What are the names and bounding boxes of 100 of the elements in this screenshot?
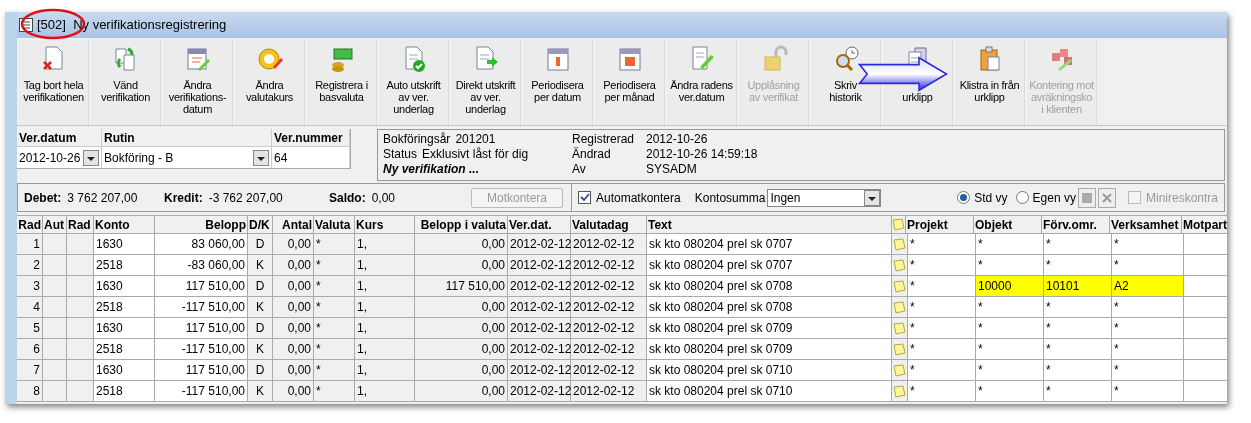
- table-cell: *: [1044, 297, 1112, 318]
- table-cell: *: [908, 297, 976, 318]
- table-cell: *: [908, 360, 976, 381]
- toolbar-button[interactable]: Auto utskrift av ver. underlag: [379, 40, 449, 125]
- table-cell: -117 510,00: [155, 381, 248, 402]
- table-cell: K: [248, 297, 273, 318]
- toolbar-button[interactable]: Periodisera per månad: [595, 40, 665, 125]
- field-label: Kontosumma: [694, 189, 766, 207]
- column-header[interactable]: Projekt: [906, 216, 974, 234]
- column-header[interactable]: Motpart: [1182, 216, 1227, 234]
- info-value: 2012-10-26: [646, 132, 709, 147]
- table-cell: D: [248, 234, 273, 255]
- column-header[interactable]: Rad: [17, 216, 43, 234]
- toolbar-button[interactable]: Vänd verifikation: [91, 40, 161, 125]
- table-cell: 0,00: [273, 381, 314, 402]
- field-label: Rutin: [102, 129, 271, 147]
- column-header[interactable]: Kurs: [355, 216, 415, 234]
- table-cell: [43, 255, 67, 276]
- column-header[interactable]: Belopp i valuta: [415, 216, 508, 234]
- dropdown[interactable]: 2012-10-26: [17, 147, 101, 168]
- table-cell: 2012-02-12: [508, 255, 571, 276]
- table-cell: *: [1112, 234, 1184, 255]
- table-cell: *: [1044, 339, 1112, 360]
- table-cell: *: [976, 360, 1044, 381]
- radio-button[interactable]: [957, 191, 971, 204]
- table-cell: 117 510,00: [155, 276, 248, 297]
- column-header[interactable]: Förv.omr.: [1042, 216, 1110, 234]
- table-cell: 2518: [94, 339, 155, 360]
- table-cell: D: [248, 360, 273, 381]
- table-cell: 1630: [94, 234, 155, 255]
- table-cell: sk kto 080204 prel sk 0707: [647, 234, 892, 255]
- table-cell: 2012-02-12: [571, 318, 647, 339]
- table-cell: *: [314, 234, 355, 255]
- column-header[interactable]: Aut: [43, 216, 67, 234]
- radio-label: Egen vy: [1032, 189, 1076, 207]
- table-cell: *: [976, 255, 1044, 276]
- table-cell: 10101: [1044, 276, 1112, 297]
- table-cell: *: [976, 297, 1044, 318]
- column-header[interactable]: Verksamhet: [1110, 216, 1182, 234]
- table-cell: 0,00: [415, 318, 508, 339]
- note-icon[interactable]: [892, 218, 905, 231]
- status-note: Ny verifikation ...: [383, 162, 481, 177]
- column-header[interactable]: Antal: [273, 216, 314, 234]
- table-cell: *: [1112, 255, 1184, 276]
- table-cell: [1184, 297, 1227, 318]
- column-header[interactable]: Ver.dat.: [508, 216, 571, 234]
- column-header[interactable]: Valuta: [314, 216, 355, 234]
- column-header[interactable]: Konto: [94, 216, 155, 234]
- coin-pencil-icon: [255, 45, 284, 73]
- table-cell: 117 510,00: [155, 360, 248, 381]
- table-cell: 2518: [94, 255, 155, 276]
- table-cell: [43, 318, 67, 339]
- checkbox[interactable]: [578, 191, 591, 204]
- info-label: Status: [383, 147, 418, 162]
- total-value: -3 762 207,00: [208, 189, 283, 207]
- column-header[interactable]: Text: [647, 216, 892, 234]
- table-cell: 0,00: [415, 297, 508, 318]
- toolbar-button[interactable]: Ändra valutakurs: [235, 40, 305, 125]
- dropdown[interactable]: Ingen: [767, 188, 882, 207]
- table-cell: 0,00: [415, 339, 508, 360]
- table-cell: sk kto 080204 prel sk 0709: [647, 318, 892, 339]
- toolbar-button[interactable]: Ändra radens ver.datum: [667, 40, 737, 125]
- toolbar-button[interactable]: Skriv historik: [811, 40, 881, 125]
- dropdown[interactable]: Bokföring - B: [102, 147, 271, 168]
- table-cell: 2518: [94, 381, 155, 402]
- save-icon[interactable]: [1077, 187, 1096, 208]
- info-label: Registrerad: [572, 132, 632, 147]
- table-cell: [67, 276, 94, 297]
- table-cell: sk kto 080204 prel sk 0710: [647, 381, 892, 402]
- table-cell: [43, 297, 67, 318]
- toolbar-button[interactable]: Periodisera per datum: [523, 40, 593, 125]
- table-cell: 117 510,00: [155, 318, 248, 339]
- toolbar-button[interactable]: Tag bort hela verifikationen: [19, 40, 89, 125]
- table-cell: 5: [17, 318, 43, 339]
- delete-icon[interactable]: [1097, 187, 1116, 208]
- table-cell: 2012-02-12: [508, 339, 571, 360]
- column-header[interactable]: D/K: [248, 216, 273, 234]
- table-cell: sk kto 080204 prel sk 0708: [647, 276, 892, 297]
- table-cell: 2012-02-12: [508, 276, 571, 297]
- column-header[interactable]: Objekt: [974, 216, 1042, 234]
- table-cell: [1184, 318, 1227, 339]
- toolbar-button[interactable]: Direkt utskrift av ver. underlag: [451, 40, 521, 125]
- table-cell: [43, 360, 67, 381]
- table-cell: 2: [17, 255, 43, 276]
- radio-label: Std vy: [974, 189, 1008, 207]
- table-cell: 1630: [94, 318, 155, 339]
- table-cell: sk kto 080204 prel sk 0709: [647, 339, 892, 360]
- toolbar-button[interactable]: Registrera i basvaluta: [307, 40, 377, 125]
- table-cell: 0,00: [273, 297, 314, 318]
- radio-button[interactable]: [1015, 191, 1029, 204]
- column-header[interactable]: Valutadag: [571, 216, 647, 234]
- column-header[interactable]: Rad: [67, 216, 94, 234]
- table-cell: 0,00: [273, 339, 314, 360]
- toolbar-button[interactable]: Ändra verifikations- datum: [163, 40, 233, 125]
- table-cell: [43, 276, 67, 297]
- toolbar-button[interactable]: Klistra in från urklipp: [955, 40, 1025, 125]
- table-cell: 1630: [94, 276, 155, 297]
- table-cell: -117 510,00: [155, 297, 248, 318]
- column-header[interactable]: Belopp: [155, 216, 248, 234]
- table-cell: 10000: [976, 276, 1044, 297]
